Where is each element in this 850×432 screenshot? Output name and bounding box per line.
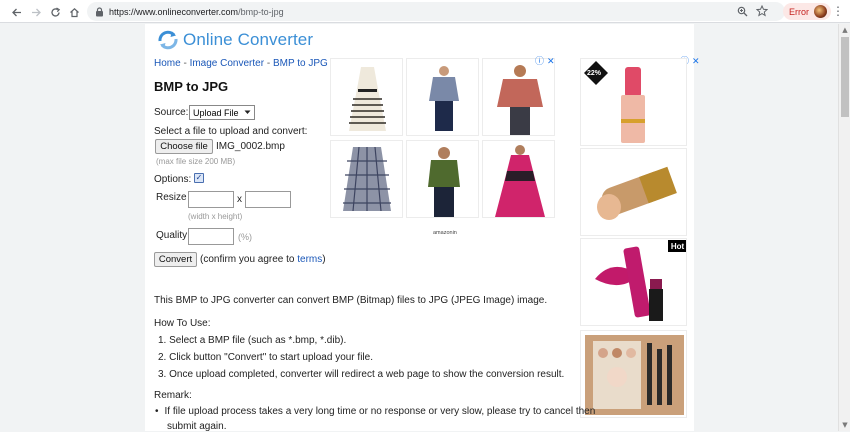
ad-makeup-palette[interactable] [580, 330, 687, 418]
sidebar-ads: 22% Hot [580, 58, 687, 418]
remark-item-continued: submit again. [167, 421, 227, 432]
options-checkbox[interactable]: ✓ [194, 173, 204, 183]
menu-icon[interactable]: ⋮ [832, 5, 844, 17]
ad-lipstick-nude[interactable]: 22% [580, 58, 687, 146]
breadcrumb-home[interactable]: Home [154, 58, 181, 69]
ad-product-green-top[interactable] [406, 140, 479, 218]
forward-icon[interactable] [27, 3, 45, 21]
step-3: 3. Once upload completed, converter will… [158, 369, 565, 380]
breadcrumb-separator: - [180, 58, 190, 69]
max-size-note: (max file size 200 MB) [156, 157, 236, 166]
how-to-title: How To Use: [154, 318, 211, 329]
error-label: Error [789, 6, 809, 17]
remark-item: • If file upload process takes a very lon… [155, 406, 596, 417]
source-select[interactable]: Upload File [189, 105, 255, 120]
quality-input[interactable] [188, 228, 234, 245]
terms-link[interactable]: terms [297, 254, 322, 265]
convert-button[interactable]: Convert [154, 252, 197, 267]
hot-badge: Hot [668, 240, 686, 252]
scroll-down-icon[interactable]: ▼ [841, 421, 849, 429]
resize-x-label: x [237, 194, 242, 205]
sidebar-close-ad-icon[interactable]: ✕ [692, 58, 700, 67]
chevron-down-icon [244, 110, 251, 114]
reload-icon[interactable] [46, 3, 64, 21]
resize-width-input[interactable] [188, 191, 234, 208]
lock-icon [96, 6, 103, 16]
home-icon[interactable] [65, 3, 83, 21]
browser-toolbar: https://www.onlineconverter.com/bmp-to-j… [0, 0, 850, 23]
confirm-text: (confirm you agree to terms) [200, 254, 326, 265]
ad-highlighter-stick[interactable] [580, 148, 687, 236]
choose-file-button[interactable]: Choose file [155, 139, 213, 154]
discount-badge: 22% [587, 70, 602, 77]
scroll-up-icon[interactable]: ▲ [841, 26, 849, 34]
page-viewport: Online Converter Home - Image Converter … [0, 24, 838, 432]
ad-product-check-skirt[interactable] [330, 140, 403, 218]
description-text: This BMP to JPG converter can convert BM… [154, 295, 548, 306]
close-ad-icon[interactable]: ✕ [547, 58, 555, 67]
page-content: Online Converter Home - Image Converter … [145, 24, 700, 432]
amazon-logo[interactable]: amazonin [433, 230, 457, 236]
ad-product-peplum-top[interactable] [482, 58, 555, 136]
breadcrumb-bmp-to-jpg[interactable]: BMP to JPG [273, 58, 328, 69]
step-1: 1. Select a BMP file (such as *.bmp, *.d… [158, 335, 347, 346]
breadcrumb: Home - Image Converter - BMP to JPG [154, 58, 328, 69]
chosen-file-name: IMG_0002.bmp [216, 141, 285, 152]
zoom-icon[interactable] [737, 2, 748, 21]
step-2: 2. Click button "Convert" to start uploa… [158, 352, 373, 363]
resize-label: Resize [156, 192, 187, 203]
scroll-thumb[interactable] [841, 37, 849, 117]
breadcrumb-separator: - [264, 58, 273, 69]
resize-height-input[interactable] [245, 191, 291, 208]
ad-lipstick-pink[interactable]: Hot [580, 238, 687, 326]
url-text: https://www.onlineconverter.com/bmp-to-j… [109, 6, 284, 17]
address-bar[interactable]: https://www.onlineconverter.com/bmp-to-j… [87, 2, 785, 21]
site-logo[interactable]: Online Converter [157, 30, 313, 50]
quality-label: Quality [156, 230, 188, 241]
ad-info-icon[interactable]: ⓘ [535, 58, 544, 67]
avatar [814, 5, 827, 18]
source-label: Source: [154, 107, 189, 118]
quality-unit: (%) [238, 232, 252, 242]
source-select-value: Upload File [193, 107, 239, 118]
remark-title: Remark: [154, 390, 192, 401]
ad-product-dress-striped[interactable] [330, 58, 403, 136]
page-title: BMP to JPG [154, 79, 229, 94]
logo-text: Online Converter [183, 30, 314, 49]
resize-hint: (width x height) [188, 212, 243, 221]
product-ad-grid [330, 58, 556, 218]
options-label: Options: [154, 174, 192, 185]
ad-product-cold-shoulder-top[interactable] [406, 58, 479, 136]
breadcrumb-image-converter[interactable]: Image Converter [190, 58, 264, 69]
ad-choices[interactable]: ⓘ ✕ [535, 58, 555, 67]
select-file-prompt: Select a file to upload and convert: [154, 126, 308, 137]
logo-icon [158, 30, 178, 50]
profile-error-button[interactable]: Error [783, 3, 831, 20]
ad-product-red-dress[interactable] [482, 140, 555, 218]
back-icon[interactable] [7, 3, 25, 21]
vertical-scrollbar[interactable]: ▲ ▼ [838, 24, 850, 431]
bookmark-star-icon[interactable] [755, 2, 769, 21]
